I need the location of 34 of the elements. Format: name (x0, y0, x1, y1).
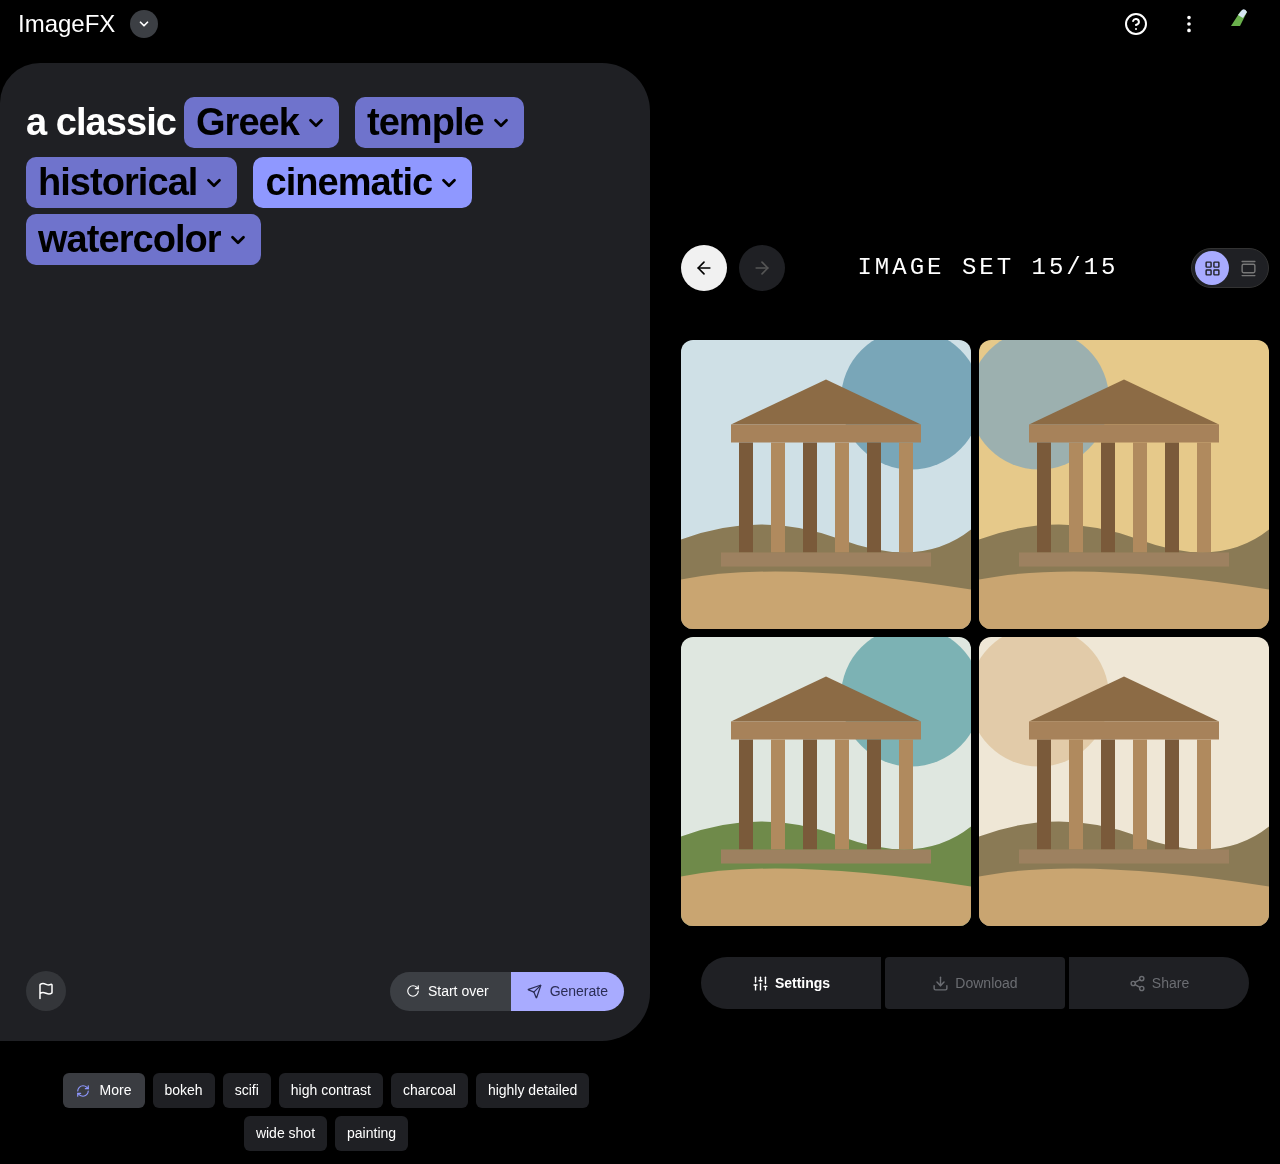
prompt-chip[interactable]: cinematic (253, 157, 473, 208)
suggestion-chip[interactable]: scifi (222, 1073, 271, 1108)
suggestion-chip[interactable]: painting (335, 1116, 409, 1151)
suggestion-chip[interactable]: charcoal (390, 1073, 468, 1108)
suggestion-chip[interactable]: bokeh (152, 1073, 215, 1108)
prompt-chip[interactable]: historical (26, 157, 238, 208)
suggestion-chip[interactable]: wide shot (243, 1116, 328, 1151)
flag-icon (37, 982, 55, 1000)
prompt-chip[interactable]: watercolor (26, 214, 261, 265)
dropdown-button[interactable] (130, 10, 159, 38)
restart-icon (405, 984, 420, 998)
help-icon[interactable] (1124, 12, 1148, 36)
gallery-icon (1239, 259, 1257, 277)
send-icon (526, 983, 542, 999)
start-over-button[interactable]: Start over (389, 971, 511, 1011)
refresh-icon (75, 1083, 90, 1098)
previous-button[interactable] (681, 245, 727, 291)
view-button[interactable] (1195, 251, 1229, 285)
settings-button[interactable]: Settings (701, 957, 881, 1009)
suggestion-chip[interactable]: highly detailed (475, 1073, 590, 1108)
app-title: ImageFX (18, 9, 116, 39)
more-button[interactable]: More (62, 1073, 145, 1108)
grid-icon (1203, 259, 1221, 277)
share-icon (1128, 974, 1146, 992)
prompt-chip[interactable]: Greek (183, 97, 339, 148)
download-icon (932, 974, 950, 992)
avatar-icon[interactable] (1228, 6, 1250, 28)
image-set-title: IMAGE SET 15/15 (856, 253, 1120, 283)
prompt-chip[interactable]: temple (354, 97, 524, 148)
suggestion-chip[interactable]: high contrast (278, 1073, 383, 1108)
prompt-text: a classic (26, 100, 176, 145)
settings-icon (751, 974, 769, 992)
generate-button[interactable]: Generate (510, 971, 624, 1011)
flag-button[interactable] (26, 971, 66, 1011)
